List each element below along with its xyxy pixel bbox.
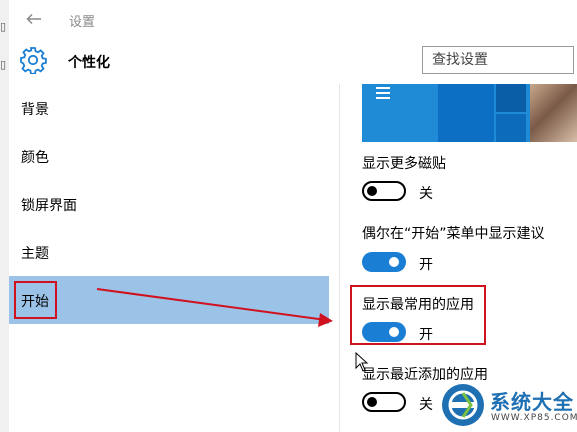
toggle-knob	[367, 397, 377, 407]
preview-photo	[530, 84, 577, 142]
toggle-suggestions[interactable]	[362, 252, 406, 272]
sidebar-item-background[interactable]: 背景	[9, 84, 329, 132]
preview-tile	[438, 84, 494, 142]
sidebar-item-label: 背景	[21, 102, 49, 118]
sidebar-item-lock-screen[interactable]: 锁屏界面	[9, 180, 329, 228]
toggle-knob	[389, 257, 399, 267]
back-button[interactable]	[21, 8, 47, 30]
toggle-knob	[367, 186, 377, 196]
watermark-title: 系统大全	[490, 390, 574, 414]
gear-icon	[20, 47, 47, 74]
sidebar-item-label: 颜色	[21, 150, 49, 166]
toggle-state-label: 关	[419, 186, 433, 202]
sidebar-item-colors[interactable]: 颜色	[9, 132, 329, 180]
page-header: 个性化	[9, 38, 577, 84]
start-preview-image	[362, 84, 577, 142]
search-input[interactable]	[423, 47, 572, 73]
watermark: 系统大全 WWW.XP85.COM	[441, 383, 577, 432]
watermark-logo-icon	[442, 384, 484, 426]
hamburger-menu-icon	[376, 87, 390, 100]
sidebar-item-label: 主题	[21, 246, 49, 262]
search-box[interactable]	[422, 46, 574, 74]
sidebar-item-start[interactable]: 开始	[9, 276, 329, 324]
toggle-more-tiles[interactable]	[362, 181, 406, 201]
preview-tile	[496, 114, 526, 142]
toggle-recently-added[interactable]	[362, 392, 406, 412]
watermark-url: WWW.XP85.COM	[491, 413, 577, 423]
mouse-cursor-icon	[355, 352, 369, 372]
background-window-glyph: ▯	[0, 20, 7, 33]
background-window-glyph: ▯	[0, 58, 7, 71]
page-title: 个性化	[68, 55, 110, 71]
settings-window: 设置 个性化 背景 颜色 锁屏界面 主题 开始	[9, 0, 577, 432]
settings-content: 显示更多磁贴 关 偶尔在“开始”菜单中显示建议 开 显示最常用的应用 开 显示最…	[339, 84, 577, 432]
sidebar-item-label: 锁屏界面	[21, 198, 77, 214]
setting-label-suggestions: 偶尔在“开始”菜单中显示建议	[362, 226, 545, 242]
window-title: 设置	[69, 15, 96, 30]
sidebar: 背景 颜色 锁屏界面 主题 开始	[9, 84, 329, 432]
preview-tile	[496, 84, 526, 112]
title-bar: 设置	[9, 0, 577, 38]
annotation-highlight-box	[350, 285, 486, 345]
back-arrow-icon	[26, 13, 41, 25]
setting-label-more-tiles: 显示更多磁贴	[362, 156, 446, 172]
toggle-state-label: 关	[419, 397, 433, 413]
annotation-highlight-box	[14, 281, 57, 319]
sidebar-item-themes[interactable]: 主题	[9, 228, 329, 276]
toggle-state-label: 开	[419, 257, 433, 273]
setting-label-recently-added: 显示最近添加的应用	[362, 367, 488, 383]
